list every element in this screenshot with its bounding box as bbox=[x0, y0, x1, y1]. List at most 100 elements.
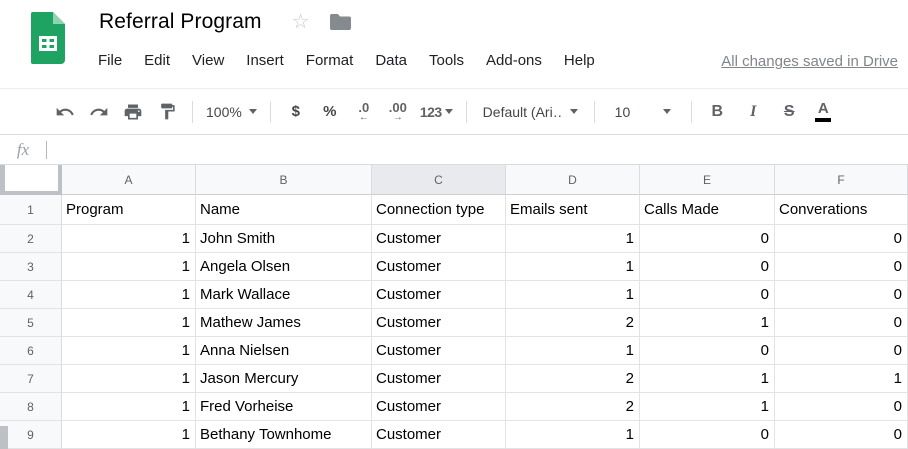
cell-A3[interactable]: 1 bbox=[62, 253, 196, 281]
folder-icon[interactable] bbox=[329, 14, 351, 30]
cell-F9[interactable]: 0 bbox=[775, 421, 908, 449]
cell-E3[interactable]: 0 bbox=[640, 253, 775, 281]
cell-C1[interactable]: Connection type bbox=[372, 195, 506, 225]
column-header-A[interactable]: A bbox=[62, 165, 196, 195]
cell-D3[interactable]: 1 bbox=[506, 253, 640, 281]
cell-D7[interactable]: 2 bbox=[506, 365, 640, 393]
cell-F4[interactable]: 0 bbox=[775, 281, 908, 309]
cell-B4[interactable]: Mark Wallace bbox=[196, 281, 372, 309]
cell-D8[interactable]: 2 bbox=[506, 393, 640, 421]
row-header-4[interactable]: 4 bbox=[0, 281, 62, 309]
cell-A5[interactable]: 1 bbox=[62, 309, 196, 337]
cell-E6[interactable]: 0 bbox=[640, 337, 775, 365]
redo-button[interactable] bbox=[87, 99, 111, 125]
format-currency-button[interactable]: $ bbox=[284, 99, 308, 125]
column-header-F[interactable]: F bbox=[775, 165, 908, 195]
select-all-corner[interactable] bbox=[0, 165, 62, 195]
cell-E2[interactable]: 0 bbox=[640, 225, 775, 253]
cell-C3[interactable]: Customer bbox=[372, 253, 506, 281]
star-outline-icon[interactable]: ☆ bbox=[292, 12, 310, 32]
cell-F6[interactable]: 0 bbox=[775, 337, 908, 365]
column-header-B[interactable]: B bbox=[196, 165, 372, 195]
cell-A9[interactable]: 1 bbox=[62, 421, 196, 449]
row-header-9[interactable]: 9 bbox=[0, 421, 62, 449]
cell-E7[interactable]: 1 bbox=[640, 365, 775, 393]
strikethrough-button[interactable]: S bbox=[777, 99, 801, 125]
cell-F2[interactable]: 0 bbox=[775, 225, 908, 253]
formula-input[interactable] bbox=[47, 135, 908, 164]
font-size-select[interactable]: 10 bbox=[615, 99, 672, 125]
cell-F8[interactable]: 0 bbox=[775, 393, 908, 421]
sheets-logo[interactable] bbox=[31, 12, 65, 64]
cell-C7[interactable]: Customer bbox=[372, 365, 506, 393]
cell-A4[interactable]: 1 bbox=[62, 281, 196, 309]
italic-button[interactable]: I bbox=[741, 99, 765, 125]
cell-D9[interactable]: 1 bbox=[506, 421, 640, 449]
number-format-menu[interactable]: 123 bbox=[420, 99, 453, 125]
cell-D6[interactable]: 1 bbox=[506, 337, 640, 365]
menu-data[interactable]: Data bbox=[364, 50, 418, 71]
print-button[interactable] bbox=[121, 99, 145, 125]
row-header-3[interactable]: 3 bbox=[0, 253, 62, 281]
cell-D2[interactable]: 1 bbox=[506, 225, 640, 253]
cell-B6[interactable]: Anna Nielsen bbox=[196, 337, 372, 365]
cell-A7[interactable]: 1 bbox=[62, 365, 196, 393]
cell-B5[interactable]: Mathew James bbox=[196, 309, 372, 337]
cell-E4[interactable]: 0 bbox=[640, 281, 775, 309]
row-header-6[interactable]: 6 bbox=[0, 337, 62, 365]
menu-view[interactable]: View bbox=[181, 50, 235, 71]
increase-decimal-button[interactable]: .00 → bbox=[386, 99, 410, 125]
row-header-7[interactable]: 7 bbox=[0, 365, 62, 393]
cell-E1[interactable]: Calls Made bbox=[640, 195, 775, 225]
font-family-select[interactable]: Default (Ari… bbox=[483, 99, 578, 125]
cell-C2[interactable]: Customer bbox=[372, 225, 506, 253]
menu-insert[interactable]: Insert bbox=[235, 50, 295, 71]
row-header-2[interactable]: 2 bbox=[0, 225, 62, 253]
cell-C9[interactable]: Customer bbox=[372, 421, 506, 449]
cell-C8[interactable]: Customer bbox=[372, 393, 506, 421]
cell-A8[interactable]: 1 bbox=[62, 393, 196, 421]
undo-button[interactable] bbox=[53, 99, 77, 125]
cell-C4[interactable]: Customer bbox=[372, 281, 506, 309]
cell-A1[interactable]: Program bbox=[62, 195, 196, 225]
cell-E8[interactable]: 1 bbox=[640, 393, 775, 421]
row-header-5[interactable]: 5 bbox=[0, 309, 62, 337]
cell-B9[interactable]: Bethany Townhome bbox=[196, 421, 372, 449]
decrease-decimal-button[interactable]: .0 ← bbox=[352, 99, 376, 125]
cell-C5[interactable]: Customer bbox=[372, 309, 506, 337]
text-color-button[interactable]: A bbox=[811, 99, 835, 125]
column-header-D[interactable]: D bbox=[506, 165, 640, 195]
row-header-1[interactable]: 1 bbox=[0, 195, 62, 225]
paint-format-button[interactable] bbox=[155, 99, 179, 125]
cell-E5[interactable]: 1 bbox=[640, 309, 775, 337]
save-status-link[interactable]: All changes saved in Drive bbox=[721, 53, 898, 70]
document-title[interactable]: Referral Program bbox=[99, 10, 262, 34]
zoom-select[interactable]: 100% bbox=[206, 99, 257, 125]
cell-F1[interactable]: Converations bbox=[775, 195, 908, 225]
cell-B3[interactable]: Angela Olsen bbox=[196, 253, 372, 281]
cell-D1[interactable]: Emails sent bbox=[506, 195, 640, 225]
menu-format[interactable]: Format bbox=[295, 50, 365, 71]
cell-F7[interactable]: 1 bbox=[775, 365, 908, 393]
cell-F5[interactable]: 0 bbox=[775, 309, 908, 337]
menu-help[interactable]: Help bbox=[553, 50, 606, 71]
cell-B1[interactable]: Name bbox=[196, 195, 372, 225]
row-header-8[interactable]: 8 bbox=[0, 393, 62, 421]
cell-A2[interactable]: 1 bbox=[62, 225, 196, 253]
column-header-C[interactable]: C bbox=[372, 165, 506, 195]
menu-file[interactable]: File bbox=[87, 50, 133, 71]
cell-E9[interactable]: 0 bbox=[640, 421, 775, 449]
menu-tools[interactable]: Tools bbox=[418, 50, 475, 71]
bold-button[interactable]: B bbox=[705, 99, 729, 125]
cell-A6[interactable]: 1 bbox=[62, 337, 196, 365]
cell-F3[interactable]: 0 bbox=[775, 253, 908, 281]
cell-D4[interactable]: 1 bbox=[506, 281, 640, 309]
cell-D5[interactable]: 2 bbox=[506, 309, 640, 337]
cell-B2[interactable]: John Smith bbox=[196, 225, 372, 253]
column-header-E[interactable]: E bbox=[640, 165, 775, 195]
cell-B7[interactable]: Jason Mercury bbox=[196, 365, 372, 393]
cell-C6[interactable]: Customer bbox=[372, 337, 506, 365]
cell-B8[interactable]: Fred Vorheise bbox=[196, 393, 372, 421]
format-percent-button[interactable]: % bbox=[318, 99, 342, 125]
menu-edit[interactable]: Edit bbox=[133, 50, 181, 71]
